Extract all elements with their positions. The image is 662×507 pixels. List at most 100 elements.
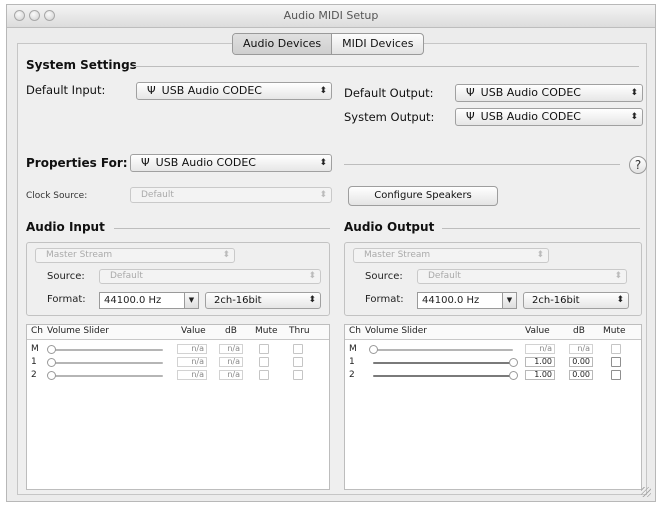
section-divider — [134, 66, 639, 67]
volume-value-field[interactable]: n/a — [177, 357, 207, 367]
col-db: dB — [225, 326, 237, 336]
channel-row: Mn/a n/a — [345, 343, 641, 356]
usb-icon: Ψ — [147, 84, 156, 97]
mute-checkbox[interactable] — [259, 370, 269, 380]
channel-name: 2 — [349, 370, 355, 380]
output-channel-table: Ch Volume Slider Value dB Mute Mn/a n/a 1 1… — [344, 324, 642, 490]
audio-input-stream-box: Master Stream ⬍ Source: Default ⬍ Format… — [26, 242, 330, 316]
volume-value-field[interactable]: 1.00 — [525, 370, 555, 380]
input-source-label: Source: — [47, 271, 85, 282]
system-output-label: System Output: — [344, 110, 435, 124]
default-input-popup[interactable]: Ψ USB Audio CODEC ⬍ — [136, 82, 332, 100]
volume-value-field[interactable]: n/a — [177, 370, 207, 380]
input-sample-rate-value: 44100.0 Hz — [104, 295, 162, 306]
audio-input-heading: Audio Input — [26, 220, 105, 234]
clock-source-popup[interactable]: Default ⬍ — [130, 187, 332, 203]
input-stream-value: Master Stream — [46, 250, 113, 260]
mute-checkbox[interactable] — [259, 357, 269, 367]
audio-output-stream-box: Master Stream ⬍ Source: Default ⬍ Format… — [344, 242, 642, 316]
input-table-header: Ch Volume Slider Value dB Mute Thru — [27, 325, 329, 340]
output-stream-popup[interactable]: Master Stream ⬍ — [353, 248, 549, 263]
col-ch: Ch — [31, 326, 43, 336]
input-source-popup[interactable]: Default ⬍ — [99, 269, 321, 284]
volume-value-field[interactable]: n/a — [177, 344, 207, 354]
system-output-popup[interactable]: Ψ USB Audio CODEC ⬍ — [455, 108, 643, 126]
db-value-field[interactable]: n/a — [219, 344, 243, 354]
combo-arrow-icon[interactable]: ▼ — [502, 293, 516, 308]
volume-value-field[interactable]: n/a — [525, 344, 555, 354]
mute-checkbox[interactable] — [611, 344, 621, 354]
volume-slider-knob[interactable] — [509, 371, 518, 380]
configure-speakers-button[interactable]: Configure Speakers — [348, 186, 498, 206]
channel-name: M — [349, 344, 357, 354]
thru-checkbox[interactable] — [293, 344, 303, 354]
input-channel-table: Ch Volume Slider Value dB Mute Thru Mn/a… — [26, 324, 330, 490]
input-source-value: Default — [110, 271, 143, 281]
device-tabs: Audio Devices MIDI Devices — [232, 33, 425, 55]
volume-slider-knob[interactable] — [47, 371, 56, 380]
popup-arrows-icon: ⬍ — [319, 86, 327, 96]
output-sample-rate-value: 44100.0 Hz — [422, 295, 480, 306]
output-bit-format-popup[interactable]: 2ch-16bit ⬍ — [523, 292, 629, 309]
popup-arrows-icon: ⬍ — [616, 295, 624, 305]
output-format-label: Format: — [365, 294, 404, 305]
volume-slider-track[interactable] — [51, 349, 163, 351]
default-output-label: Default Output: — [344, 86, 434, 100]
properties-device-popup[interactable]: Ψ USB Audio CODEC ⬍ — [130, 154, 332, 172]
usb-icon: Ψ — [466, 86, 475, 99]
popup-arrows-icon: ⬍ — [308, 271, 316, 281]
volume-slider-track[interactable] — [51, 362, 163, 364]
audio-midi-setup-window: Audio MIDI Setup System Settings Default… — [6, 4, 656, 502]
volume-slider-track[interactable] — [373, 375, 513, 377]
volume-slider-track[interactable] — [373, 362, 513, 364]
channel-name: 2 — [31, 370, 37, 380]
title-bar[interactable]: Audio MIDI Setup — [7, 5, 655, 28]
db-value-field[interactable]: n/a — [219, 357, 243, 367]
col-volume-slider: Volume Slider — [47, 326, 109, 336]
clock-source-label: Clock Source: — [26, 191, 88, 201]
system-settings-heading: System Settings — [26, 58, 137, 72]
resize-grip-icon[interactable] — [641, 487, 651, 497]
input-bit-format-value: 2ch-16bit — [214, 295, 262, 306]
volume-slider-track[interactable] — [373, 349, 513, 351]
input-format-label: Format: — [47, 294, 86, 305]
volume-value-field[interactable]: 1.00 — [525, 357, 555, 367]
output-source-popup[interactable]: Default ⬍ — [417, 269, 627, 284]
output-source-label: Source: — [365, 271, 403, 282]
db-value-field[interactable]: 0.00 — [569, 357, 593, 367]
popup-arrows-icon: ⬍ — [614, 271, 622, 281]
combo-arrow-icon[interactable]: ▼ — [184, 293, 198, 308]
default-output-popup[interactable]: Ψ USB Audio CODEC ⬍ — [455, 84, 643, 102]
help-button[interactable]: ? — [629, 156, 647, 174]
channel-row: Mn/a n/a — [27, 343, 329, 356]
col-mute: Mute — [255, 326, 278, 336]
usb-icon: Ψ — [466, 110, 475, 123]
output-sample-rate-combo[interactable]: 44100.0 Hz ▼ — [417, 292, 517, 309]
volume-slider-knob[interactable] — [509, 358, 518, 367]
mute-checkbox[interactable] — [611, 357, 621, 367]
db-value-field[interactable]: 0.00 — [569, 370, 593, 380]
input-bit-format-popup[interactable]: 2ch-16bit ⬍ — [205, 292, 321, 309]
col-db: dB — [573, 326, 585, 336]
db-value-field[interactable]: n/a — [569, 344, 593, 354]
tab-audio-devices[interactable]: Audio Devices — [233, 34, 332, 54]
volume-slider-knob[interactable] — [47, 358, 56, 367]
tab-midi-devices[interactable]: MIDI Devices — [331, 34, 423, 54]
channel-row: 1 1.00 0.00 — [345, 356, 641, 369]
popup-arrows-icon: ⬍ — [319, 190, 327, 200]
volume-slider-knob[interactable] — [369, 345, 378, 354]
db-value-field[interactable]: n/a — [219, 370, 243, 380]
thru-checkbox[interactable] — [293, 357, 303, 367]
mute-checkbox[interactable] — [611, 370, 621, 380]
volume-slider-knob[interactable] — [47, 345, 56, 354]
channel-name: 1 — [349, 357, 355, 367]
volume-slider-track[interactable] — [51, 375, 163, 377]
popup-arrows-icon: ⬍ — [319, 158, 327, 168]
input-sample-rate-combo[interactable]: 44100.0 Hz ▼ — [99, 292, 199, 309]
thru-checkbox[interactable] — [293, 370, 303, 380]
default-input-label: Default Input: — [26, 83, 106, 97]
mute-checkbox[interactable] — [259, 344, 269, 354]
section-divider — [442, 228, 640, 229]
input-stream-popup[interactable]: Master Stream ⬍ — [35, 248, 235, 263]
output-table-header: Ch Volume Slider Value dB Mute — [345, 325, 641, 340]
